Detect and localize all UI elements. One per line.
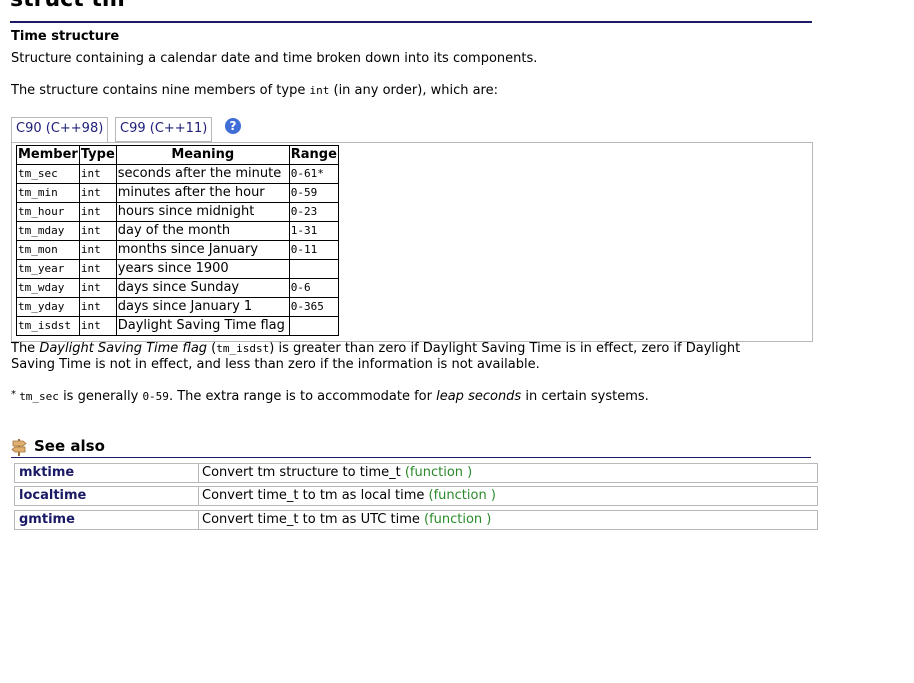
footnote-em: leap seconds [436, 389, 522, 404]
type-cell: int [78, 259, 117, 279]
table-row: tm_min int minutes after the hour 0-59 [16, 183, 339, 203]
member-cell: tm_sec [16, 164, 80, 184]
type-cell: int [78, 240, 117, 260]
meaning-cell: Daylight Saving Time flag [115, 316, 290, 336]
meaning-cell: days since Sunday [115, 278, 290, 298]
range-cell: 0-365 [288, 297, 339, 317]
meaning-cell: months since January [115, 240, 290, 260]
subheading: Time structure [11, 29, 120, 44]
range-cell [288, 316, 339, 336]
member-cell: tm_wday [16, 278, 80, 298]
range-cell: 0-61* [288, 164, 339, 184]
member-cell: tm_year [16, 259, 80, 279]
table-row: tm_mon int months since January 0-11 [16, 240, 339, 260]
tab-c90[interactable]: C90 (C++98) [11, 117, 109, 143]
type-cell: int [78, 164, 117, 184]
member-cell: tm_yday [16, 297, 80, 317]
footnote-t2: . The extra range is to accommodate for [168, 389, 437, 404]
meaning-cell: days since January 1 [115, 297, 290, 317]
column-divider [198, 487, 199, 505]
dst-note-t3: ) is greater than zero if Daylight Savin… [269, 341, 741, 356]
see-also-description: Convert time_t to tm as UTC time (functi… [202, 511, 491, 529]
member-cell: tm_mday [16, 221, 80, 241]
header-meaning: Meaning [115, 145, 290, 165]
dst-note-t2: ( [207, 341, 217, 356]
meaning-cell: minutes after the hour [115, 183, 290, 203]
title-divider [10, 21, 812, 23]
dst-note-line2: Saving Time is not in effect, and less t… [11, 357, 540, 372]
column-divider [198, 511, 199, 529]
header-type: Type [78, 145, 117, 165]
range-cell: 1-31 [288, 221, 339, 241]
type-cell: int [78, 221, 117, 241]
dst-note: The Daylight Saving Time flag (tm_isdst)… [11, 341, 801, 373]
range-cell: 0-23 [288, 202, 339, 222]
range-cell: 0-11 [288, 240, 339, 260]
footnote-code-2: 0-59 [142, 390, 169, 403]
signpost-icon [11, 439, 27, 456]
meaning-cell: day of the month [115, 221, 290, 241]
see-also-link-localtime[interactable]: localtime [19, 487, 86, 505]
header-range: Range [288, 145, 339, 165]
type-cell: int [78, 202, 117, 222]
meaning-cell: seconds after the minute [115, 164, 290, 184]
table-header-row: Member Type Meaning Range [16, 145, 339, 165]
help-icon[interactable]: ? [225, 118, 241, 134]
page-title: struct tm [10, 0, 125, 13]
table-row: tm_sec int seconds after the minute 0-61… [16, 164, 339, 184]
see-also-desc-text: Convert time_t to tm as UTC time [202, 512, 424, 527]
members-table: Member Type Meaning Range tm_sec int sec… [16, 145, 339, 336]
type-cell: int [78, 278, 117, 298]
see-also-item: gmtime Convert time_t to tm as UTC time … [14, 510, 818, 530]
member-cell: tm_min [16, 183, 80, 203]
tab-c99[interactable]: C99 (C++11) [115, 117, 213, 142]
tab-panel: Member Type Meaning Range tm_sec int sec… [11, 142, 813, 342]
footnote-t1: is generally [58, 389, 143, 404]
table-row: tm_mday int day of the month 1-31 [16, 221, 339, 241]
see-also-item: localtime Convert time_t to tm as local … [14, 486, 818, 506]
see-also-divider [11, 457, 811, 458]
see-also-link-mktime[interactable]: mktime [19, 464, 74, 482]
see-also-type: (function ) [428, 488, 496, 503]
table-row: tm_wday int days since Sunday 0-6 [16, 278, 339, 298]
member-cell: tm_hour [16, 202, 80, 222]
range-cell: 0-59 [288, 183, 339, 203]
column-divider [198, 464, 199, 482]
table-row: tm_year int years since 1900 [16, 259, 339, 279]
footnote-code-1: tm_sec [19, 390, 59, 403]
dst-note-em: Daylight Saving Time flag [39, 341, 208, 356]
meaning-cell: years since 1900 [115, 259, 290, 279]
members-intro: The structure contains nine members of t… [11, 83, 498, 98]
see-also-description: Convert tm structure to time_t (function… [202, 464, 472, 482]
type-cell: int [78, 316, 117, 336]
see-also-type: (function ) [404, 465, 473, 480]
range-cell: 0-6 [288, 278, 339, 298]
members-intro-code: int [309, 84, 330, 97]
table-row: tm_yday int days since January 1 0-365 [16, 297, 339, 317]
see-also-desc-text: Convert tm structure to time_t [202, 465, 405, 480]
intro-text: Structure containing a calendar date and… [11, 51, 538, 66]
member-cell: tm_mon [16, 240, 80, 260]
meaning-cell: hours since midnight [115, 202, 290, 222]
dst-note-t1: The [11, 341, 40, 356]
see-also-type: (function ) [424, 512, 492, 527]
footnote-star: * [11, 389, 20, 400]
footnote-t3: in certain systems. [521, 389, 649, 404]
see-also-item: mktime Convert tm structure to time_t (f… [14, 463, 818, 483]
members-intro-before: The structure contains nine members of t… [11, 83, 310, 98]
range-cell [288, 259, 339, 279]
table-row: tm_hour int hours since midnight 0-23 [16, 202, 339, 222]
see-also-link-gmtime[interactable]: gmtime [19, 511, 75, 529]
members-intro-after: (in any order), which are: [329, 83, 498, 98]
type-cell: int [78, 183, 117, 203]
member-cell: tm_isdst [16, 316, 80, 336]
see-also-heading: See also [34, 437, 105, 455]
see-also-desc-text: Convert time_t to tm as local time [202, 488, 429, 503]
dst-note-code: tm_isdst [216, 342, 270, 355]
header-member: Member [16, 145, 80, 165]
type-cell: int [78, 297, 117, 317]
footnote: * tm_sec is generally 0-59. The extra ra… [11, 389, 649, 404]
see-also-description: Convert time_t to tm as local time (func… [202, 487, 496, 505]
table-row: tm_isdst int Daylight Saving Time flag [16, 316, 339, 336]
